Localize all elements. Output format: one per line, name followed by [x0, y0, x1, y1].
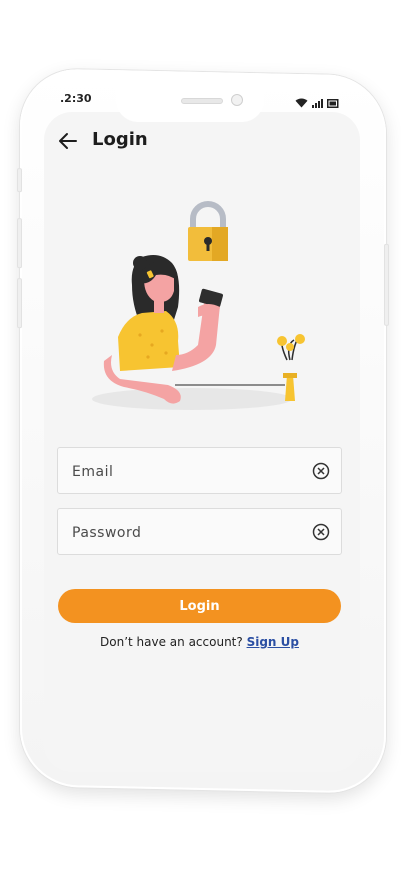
status-time: .2:30 — [60, 92, 92, 105]
front-camera — [231, 94, 243, 106]
table-shadow — [92, 388, 292, 410]
wifi-icon — [295, 93, 308, 112]
clear-password-icon[interactable] — [312, 523, 330, 541]
status-icons — [295, 93, 339, 112]
signup-row: Don’t have an account? Sign Up — [57, 635, 342, 649]
signup-link[interactable]: Sign Up — [247, 635, 299, 649]
password-field — [57, 508, 342, 556]
woman-figure — [103, 255, 223, 404]
battery-icon — [327, 93, 339, 112]
signup-prompt: Don’t have an account? — [100, 635, 247, 649]
phone-notch — [116, 86, 264, 122]
page-title: Login — [92, 129, 148, 150]
login-illustration — [92, 201, 305, 410]
speaker-grille — [181, 98, 223, 104]
padlock-icon — [188, 201, 228, 261]
password-input[interactable] — [70, 509, 304, 556]
phone-volume-up-button — [17, 218, 22, 269]
phone-power-button — [384, 243, 389, 326]
arrow-left-icon[interactable] — [56, 130, 80, 152]
signal-icon — [312, 93, 323, 112]
clear-email-icon[interactable] — [312, 462, 330, 480]
email-field — [57, 447, 342, 495]
flower-pot-icon — [277, 334, 305, 401]
phone-volume-down-button — [17, 278, 22, 329]
login-button[interactable]: Login — [58, 589, 341, 623]
phone-side-button — [17, 168, 22, 193]
email-input[interactable] — [70, 448, 304, 495]
